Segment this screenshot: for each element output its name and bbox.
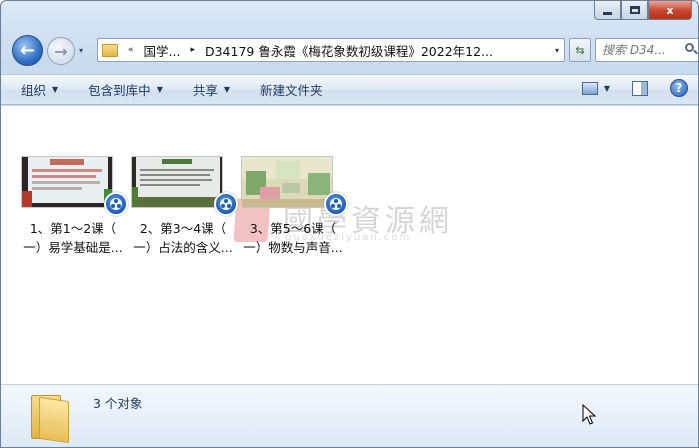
dropdown-arrow-icon: ▼ bbox=[52, 85, 59, 94]
video-thumbnail bbox=[21, 156, 113, 208]
maximize-icon bbox=[629, 6, 640, 14]
refresh-icon: ⇆ bbox=[575, 43, 585, 57]
file-name-line: 1、第1～2课（ bbox=[29, 221, 117, 236]
search-icon[interactable] bbox=[683, 42, 698, 58]
share-label: 共享 bbox=[192, 83, 218, 98]
recent-pages-button[interactable]: ▾ bbox=[79, 47, 89, 55]
caption-buttons: x bbox=[594, 1, 692, 21]
command-bar: 组织 ▼ 包含到库中 ▼ 共享 ▼ 新建文件夹 ▼ ? bbox=[1, 74, 698, 105]
breadcrumb: « 国学... ▸ D34179 鲁永霞《梅花象数初级课程》2022年12... bbox=[118, 41, 550, 60]
video-overlay-icon bbox=[324, 192, 348, 216]
mouse-cursor-icon bbox=[582, 404, 596, 425]
file-name-line: 一）物数与声音... bbox=[243, 240, 343, 255]
refresh-button[interactable]: ⇆ bbox=[569, 38, 591, 62]
back-button[interactable]: ← bbox=[12, 35, 43, 66]
organize-label: 组织 bbox=[21, 83, 47, 98]
video-overlay-icon bbox=[214, 192, 238, 216]
breadcrumb-overflow[interactable]: « bbox=[128, 45, 134, 55]
chevron-down-icon: ▾ bbox=[554, 45, 559, 55]
help-icon[interactable]: ? bbox=[670, 79, 688, 97]
file-name-line: 一）占法的含义... bbox=[133, 240, 233, 255]
folder-icon bbox=[102, 43, 118, 57]
video-thumbnail bbox=[241, 156, 333, 208]
file-name-line: 2、第3～4课（ bbox=[139, 221, 227, 236]
file-list[interactable]: 國學資源網 guoxueziyuan.com 1、第1～2课（ 一）易学基础是.… bbox=[1, 106, 698, 384]
change-view-icon[interactable] bbox=[581, 81, 598, 95]
dropdown-arrow-icon: ▼ bbox=[223, 85, 231, 94]
command-bar-right: ▼ ? bbox=[581, 79, 688, 97]
minimize-button[interactable] bbox=[594, 1, 621, 20]
close-icon: x bbox=[666, 3, 674, 17]
search-box[interactable] bbox=[595, 38, 698, 62]
file-name: 2、第3～4课（ 一）占法的含义... bbox=[127, 219, 239, 257]
file-name-line: 3、第5～6课（ bbox=[249, 221, 337, 236]
back-arrow-icon: ← bbox=[19, 40, 36, 61]
minimize-icon bbox=[603, 11, 612, 15]
address-dropdown-button[interactable]: ▾ bbox=[550, 39, 564, 61]
file-name: 3、第5～6课（ 一）物数与声音... bbox=[237, 219, 349, 257]
forward-button[interactable]: → bbox=[47, 37, 75, 65]
breadcrumb-item-guoxue[interactable]: 国学... bbox=[144, 41, 181, 60]
new-folder-button[interactable]: 新建文件夹 bbox=[260, 80, 323, 99]
view-options-icon[interactable]: ▼ bbox=[604, 84, 610, 93]
dropdown-arrow-icon: ▼ bbox=[156, 85, 163, 94]
include-in-library-label: 包含到库中 bbox=[88, 83, 151, 98]
preview-pane-icon[interactable] bbox=[632, 80, 648, 96]
chevron-down-icon: ▾ bbox=[79, 46, 84, 55]
share-menu[interactable]: 共享 ▼ bbox=[193, 80, 230, 99]
explorer-window: x ← → ▾ « 国学... ▸ D34179 鲁永霞《梅花象数初级课程》20… bbox=[0, 0, 699, 448]
forward-arrow-icon: → bbox=[54, 41, 68, 61]
breadcrumb-separator-icon[interactable]: ▸ bbox=[190, 45, 195, 55]
new-folder-label: 新建文件夹 bbox=[260, 83, 323, 98]
organize-menu[interactable]: 组织 ▼ bbox=[21, 80, 58, 99]
breadcrumb-item-current[interactable]: D34179 鲁永霞《梅花象数初级课程》2022年12... bbox=[205, 41, 493, 60]
maximize-button[interactable] bbox=[621, 1, 648, 20]
close-button[interactable]: x bbox=[648, 1, 692, 20]
video-overlay-icon bbox=[104, 192, 128, 216]
include-in-library-menu[interactable]: 包含到库中 ▼ bbox=[88, 80, 163, 99]
item-count: 3 个对象 bbox=[93, 396, 143, 411]
help-glyph: ? bbox=[675, 81, 683, 95]
address-bar[interactable]: « 国学... ▸ D34179 鲁永霞《梅花象数初级课程》2022年12...… bbox=[97, 38, 565, 62]
video-thumbnail bbox=[131, 156, 223, 208]
folder-icon bbox=[31, 391, 69, 444]
search-input[interactable] bbox=[602, 43, 682, 57]
file-name: 1、第1～2课（ 一）易学基础是... bbox=[17, 219, 129, 257]
navigation-bar: ← → ▾ « 国学... ▸ D34179 鲁永霞《梅花象数初级课程》2022… bbox=[9, 33, 698, 67]
file-name-line: 一）易学基础是... bbox=[23, 240, 123, 255]
